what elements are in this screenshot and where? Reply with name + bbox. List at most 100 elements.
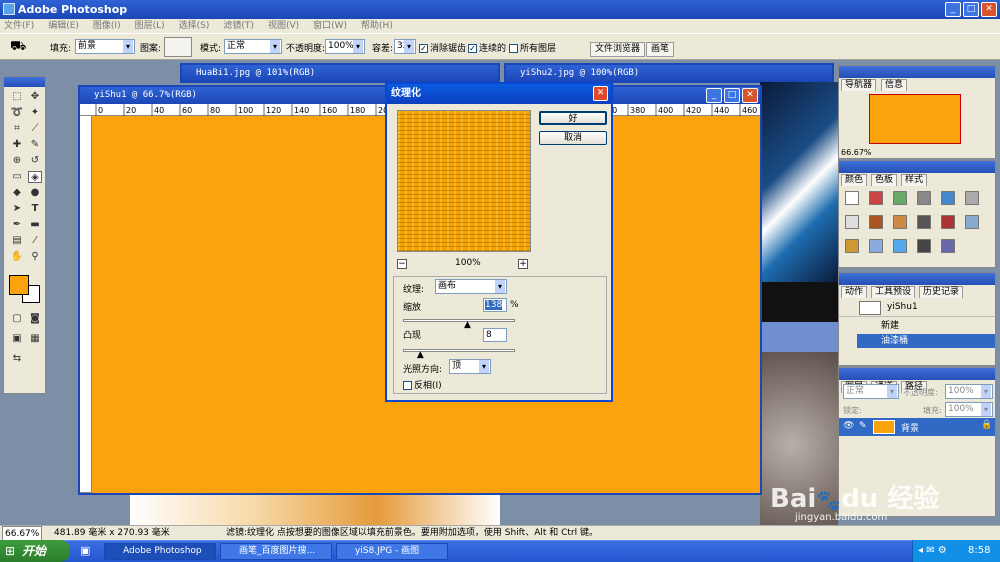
taskbar-item-paint[interactable]: yiS8.JPG - 画图 — [336, 543, 448, 560]
paint-bucket-tool-icon[interactable]: ◈ — [28, 171, 42, 183]
path-select-icon[interactable]: ➤ — [10, 203, 24, 215]
type-tool-icon[interactable]: T — [28, 203, 42, 215]
actions-tab[interactable]: 动作 — [841, 286, 868, 298]
invert-option[interactable]: 反相(I) — [403, 378, 442, 391]
document-window-yishu2[interactable]: yiShu2.jpg @ 100%(RGB) — [504, 63, 834, 83]
info-tab[interactable]: 信息 — [881, 79, 908, 91]
document-window-huabi1[interactable]: HuaBi1.jpg @ 101%(RGB) — [180, 63, 500, 83]
color-tab[interactable]: 颜色 — [841, 174, 868, 186]
lasso-tool-icon[interactable]: ➰ — [10, 107, 24, 119]
minimize-button[interactable]: _ — [945, 2, 961, 17]
shape-tool-icon[interactable]: ▬ — [28, 219, 42, 231]
style-swatch[interactable] — [965, 215, 979, 229]
light-direction-select[interactable]: 顶 — [449, 359, 491, 374]
style-swatch[interactable] — [941, 191, 955, 205]
eye-icon[interactable]: 👁 — [843, 421, 854, 431]
paint-bucket-icon[interactable]: ⛟ — [10, 39, 26, 56]
screen-mode-icon[interactable]: ▣ — [10, 333, 24, 345]
brushes-tab[interactable]: 画笔 — [646, 42, 675, 57]
clone-stamp-icon[interactable]: ⊕ — [10, 155, 24, 167]
mode-select[interactable]: 正常 — [224, 39, 282, 54]
file-browser-tab[interactable]: 文件浏览器 — [590, 42, 646, 57]
style-swatch[interactable] — [845, 215, 859, 229]
styles-tab[interactable]: 样式 — [901, 174, 928, 186]
taskbar-item-photoshop[interactable]: Adobe Photoshop — [104, 543, 216, 560]
style-swatch[interactable] — [869, 239, 883, 253]
style-swatch[interactable] — [941, 215, 955, 229]
close-icon[interactable]: ✕ — [593, 86, 608, 101]
eyedropper-icon[interactable]: ⁄ — [28, 235, 42, 247]
style-swatch[interactable] — [941, 239, 955, 253]
opacity-field[interactable]: 100% — [325, 39, 365, 54]
style-swatch[interactable] — [965, 191, 979, 205]
healing-brush-icon[interactable]: ✚ — [10, 139, 24, 151]
style-swatch[interactable] — [893, 239, 907, 253]
menu-layer[interactable]: 图层(L) — [135, 19, 165, 33]
menu-filter[interactable]: 滤镜(T) — [223, 19, 254, 33]
style-swatch[interactable] — [869, 191, 883, 205]
blend-mode-select[interactable]: 正常 — [843, 384, 899, 399]
all-layers-option[interactable]: 所有图层 — [509, 41, 556, 54]
marquee-tool-icon[interactable]: ⬚ — [10, 91, 24, 103]
menu-view[interactable]: 视图(V) — [268, 19, 299, 33]
move-tool-icon[interactable]: ✥ — [28, 91, 42, 103]
history-tab[interactable]: 历史记录 — [919, 286, 964, 298]
style-swatch[interactable] — [893, 215, 907, 229]
zoom-in-icon[interactable]: + — [518, 259, 528, 269]
scale-field[interactable]: 138 — [483, 298, 507, 312]
history-brush-icon[interactable]: ↺ — [28, 155, 42, 167]
maximize-button[interactable]: □ — [724, 88, 740, 103]
fill-select[interactable]: 前景 — [75, 39, 135, 54]
swatches-tab[interactable]: 色板 — [871, 174, 898, 186]
close-button[interactable]: ✕ — [981, 2, 997, 17]
fullscreen-mode-icon[interactable]: ▦ — [28, 333, 42, 345]
pen-tool-icon[interactable]: ✒ — [10, 219, 24, 231]
menu-image[interactable]: 图像(I) — [93, 19, 121, 33]
texture-select[interactable]: 画布 — [435, 279, 507, 294]
layer-fill-field[interactable]: 100% — [945, 402, 993, 417]
antialias-option[interactable]: ✓ 消除锯齿 — [419, 41, 466, 54]
foreground-color-swatch[interactable] — [9, 275, 29, 295]
quick-mask-icon[interactable]: ◙ — [28, 313, 42, 325]
navigator-tab[interactable]: 导航器 — [841, 79, 877, 91]
standard-mode-icon[interactable]: ▢ — [10, 313, 24, 325]
scale-slider-track[interactable] — [403, 319, 515, 322]
imageready-icon[interactable]: ⇆ — [10, 353, 24, 365]
relief-slider-thumb[interactable]: ▲ — [417, 350, 424, 360]
contiguous-option[interactable]: ✓ 连续的 — [468, 41, 506, 54]
pattern-picker[interactable] — [164, 37, 192, 57]
tolerance-field[interactable]: 32 — [394, 39, 416, 54]
crop-tool-icon[interactable]: ⌗ — [10, 123, 24, 135]
close-button[interactable]: ✕ — [742, 88, 758, 103]
eraser-tool-icon[interactable]: ▭ — [10, 171, 24, 183]
brush-tool-icon[interactable]: ✎ — [28, 139, 42, 151]
layer-row-selected[interactable]: 👁 ✎ 背景 🔒 — [839, 418, 995, 436]
menu-file[interactable]: 文件(F) — [4, 19, 34, 33]
notes-tool-icon[interactable]: ▤ — [10, 235, 24, 247]
menu-edit[interactable]: 编辑(E) — [48, 19, 79, 33]
history-item-selected[interactable]: 油漆桶 — [857, 334, 995, 348]
style-swatch[interactable] — [917, 215, 931, 229]
history-snapshot[interactable]: yiShu1 — [839, 299, 995, 317]
dodge-tool-icon[interactable]: ● — [28, 187, 42, 199]
hand-tool-icon[interactable]: ✋ — [10, 251, 24, 263]
tool-presets-tab[interactable]: 工具预设 — [871, 286, 916, 298]
layer-opacity-field[interactable]: 100% — [945, 384, 993, 399]
menu-window[interactable]: 窗口(W) — [313, 19, 347, 33]
show-desktop-icon[interactable]: ▣ — [80, 544, 90, 557]
minimize-button[interactable]: _ — [706, 88, 722, 103]
style-swatch[interactable] — [845, 191, 859, 205]
zoom-out-icon[interactable]: − — [397, 259, 407, 269]
style-swatch[interactable] — [893, 191, 907, 205]
blur-tool-icon[interactable]: ◆ — [10, 187, 24, 199]
tray-icons[interactable]: ◂ ✉ ⚙ — [918, 545, 947, 556]
style-swatch[interactable] — [845, 239, 859, 253]
taskbar-item-browser[interactable]: 画笔_百度图片搜... — [220, 543, 332, 560]
menu-help[interactable]: 帮助(H) — [361, 19, 393, 33]
slice-tool-icon[interactable]: ⟋ — [28, 123, 42, 135]
relief-field[interactable]: 8 — [483, 328, 507, 342]
scale-slider-thumb[interactable]: ▲ — [464, 320, 471, 330]
style-swatch[interactable] — [917, 239, 931, 253]
magic-wand-icon[interactable]: ✦ — [28, 107, 42, 119]
history-item[interactable]: 新建 — [857, 319, 995, 333]
